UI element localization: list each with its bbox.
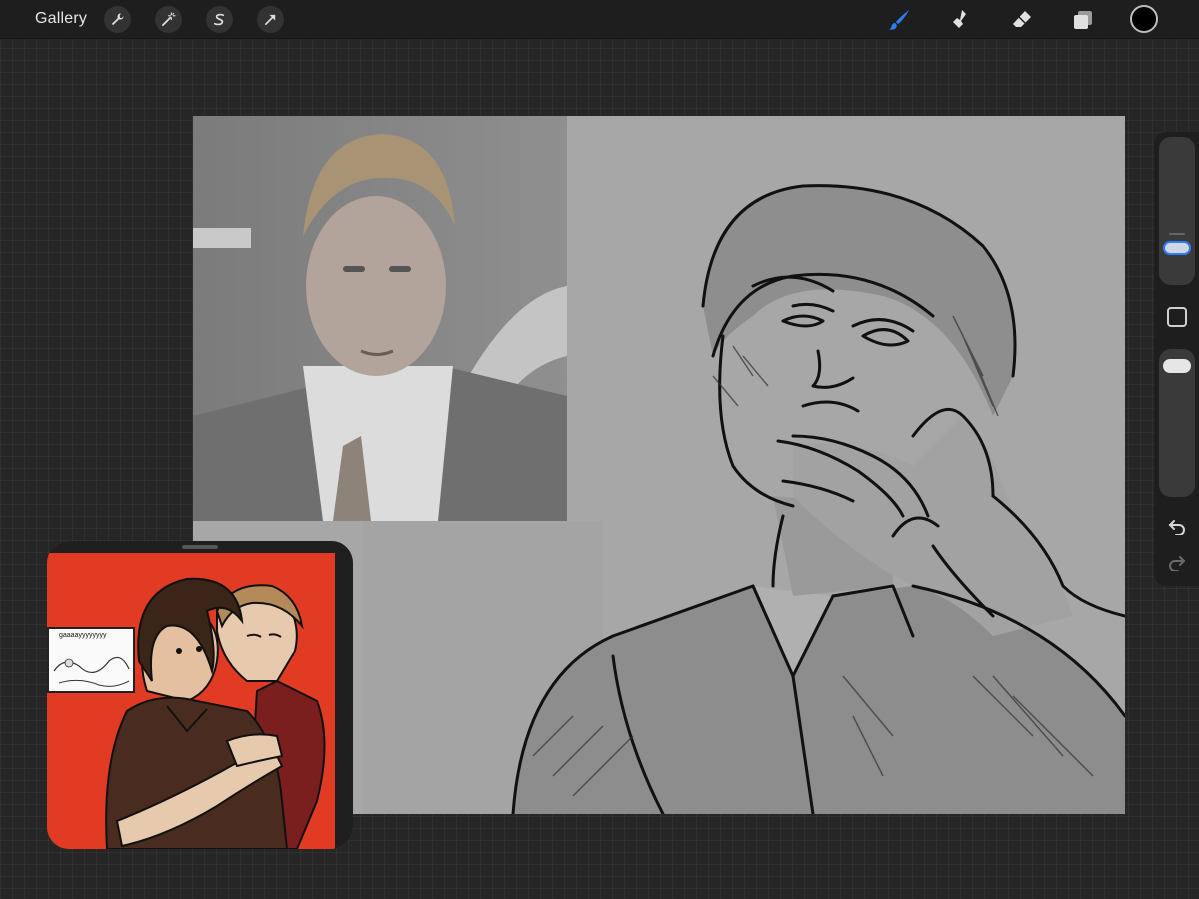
layers-button[interactable] xyxy=(1069,6,1096,33)
reference-window[interactable]: gaaaayyyyyyyy xyxy=(47,541,353,849)
magic-wand-icon xyxy=(162,12,176,26)
undo-icon xyxy=(1168,520,1185,535)
top-toolbar: Gallery xyxy=(0,0,1199,39)
opacity-slider[interactable] xyxy=(1159,349,1195,497)
paint-tool-button[interactable] xyxy=(885,6,912,33)
brush-icon xyxy=(888,9,909,30)
gallery-button[interactable]: Gallery xyxy=(35,10,87,28)
layers-icon xyxy=(1073,10,1092,29)
undo-button[interactable] xyxy=(1165,516,1189,538)
meme-drawing xyxy=(53,656,130,687)
brush-size-knob[interactable] xyxy=(1163,241,1191,255)
adjustments-button[interactable] xyxy=(155,6,182,33)
meme-caption: gaaaayyyyyyyy xyxy=(59,632,107,639)
wrench-icon xyxy=(111,13,124,26)
redo-icon xyxy=(1169,556,1186,571)
modify-button[interactable] xyxy=(1167,307,1187,327)
eraser-icon xyxy=(1012,10,1031,27)
opacity-knob[interactable] xyxy=(1163,359,1191,373)
selection-s-icon xyxy=(213,13,225,26)
reference-artwork xyxy=(105,577,326,849)
smudge-icon xyxy=(950,9,966,30)
redo-button[interactable] xyxy=(1165,552,1189,574)
transform-button[interactable] xyxy=(257,6,284,33)
slider-tick xyxy=(1169,233,1185,235)
brush-size-slider[interactable] xyxy=(1159,137,1195,285)
reference-window-edge xyxy=(335,541,353,849)
meme-inset: gaaaayyyyyyyy xyxy=(47,627,135,693)
sidebar xyxy=(1154,132,1199,586)
selection-button[interactable] xyxy=(206,6,233,33)
reference-window-handle[interactable] xyxy=(182,545,218,549)
eraser-tool-button[interactable] xyxy=(1008,6,1035,33)
actions-button[interactable] xyxy=(104,6,131,33)
move-arrow-icon xyxy=(264,14,276,26)
color-picker-button[interactable] xyxy=(1130,5,1158,33)
smudge-tool-button[interactable] xyxy=(946,6,973,33)
